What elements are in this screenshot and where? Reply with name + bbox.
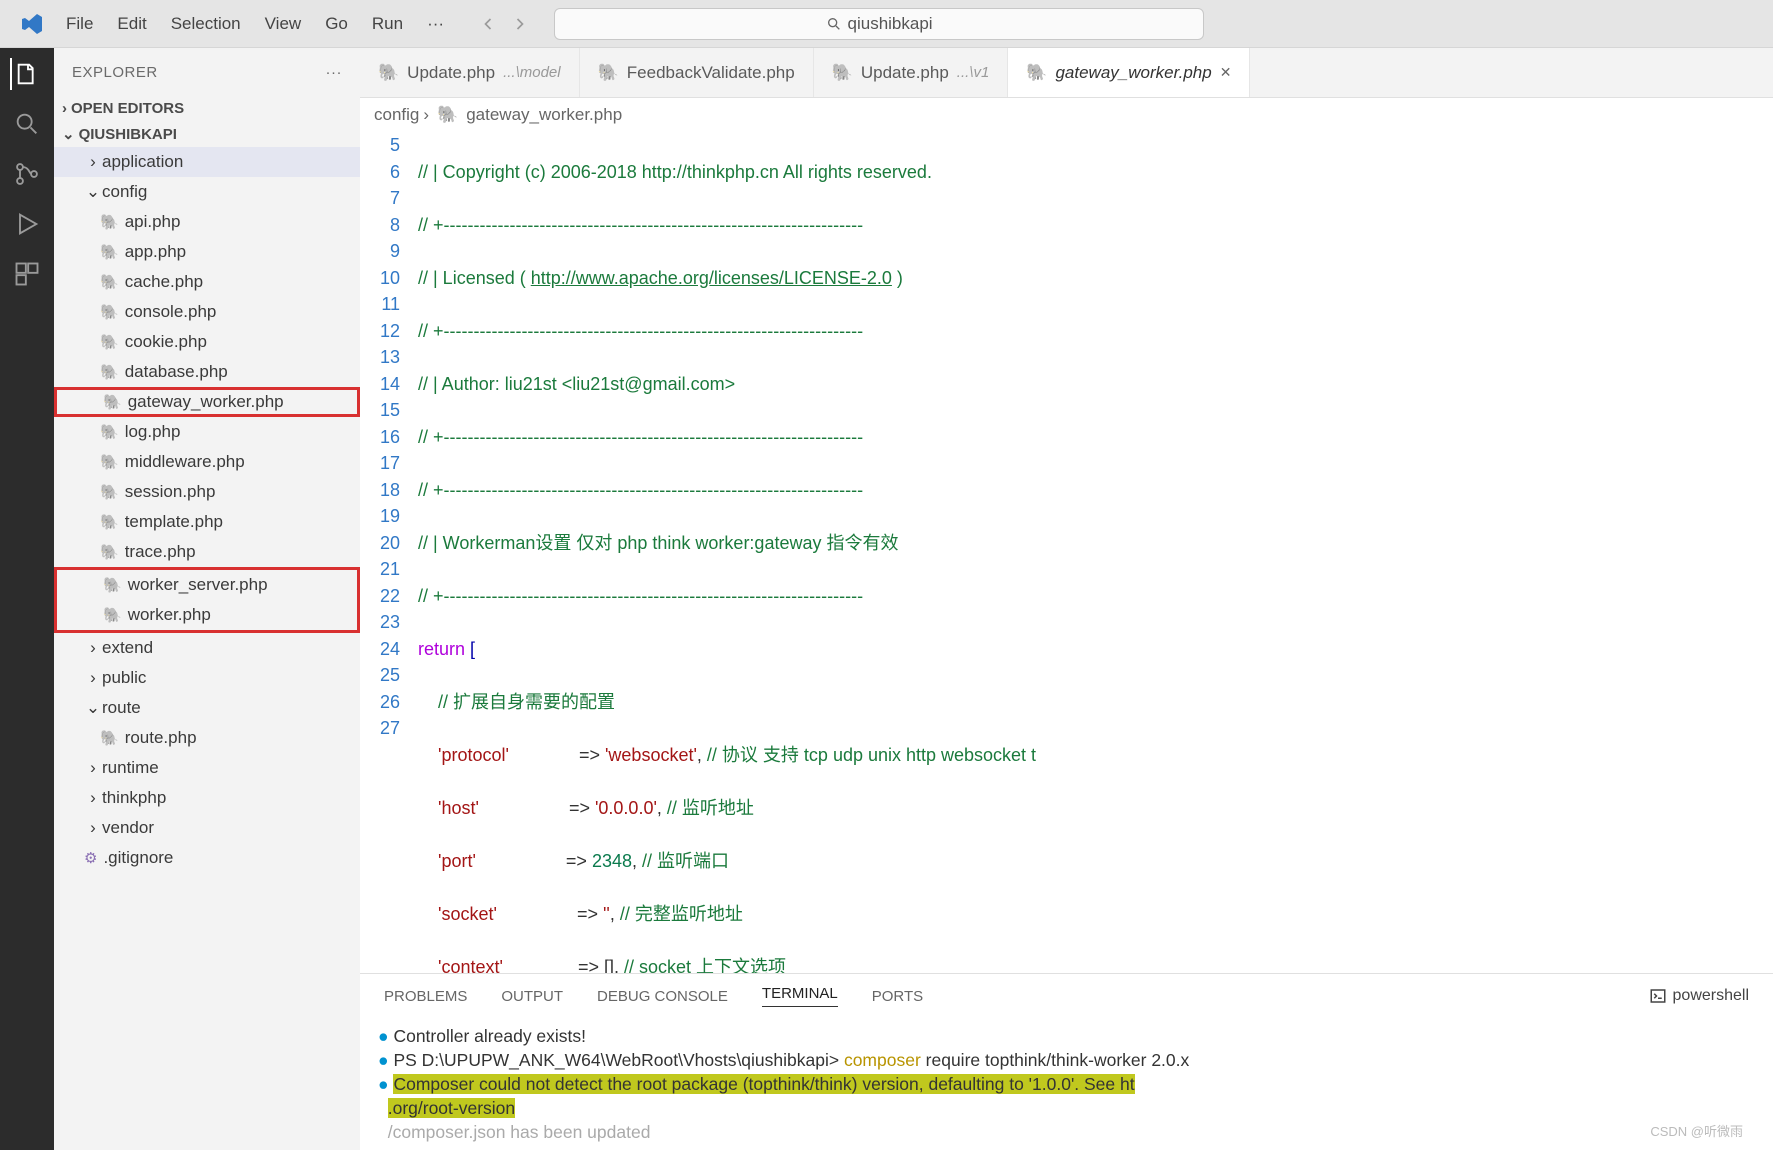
- menu-file[interactable]: File: [56, 10, 103, 38]
- menu-go[interactable]: Go: [315, 10, 358, 38]
- code-body[interactable]: // | Copyright (c) 2006-2018 http://thin…: [418, 132, 1773, 973]
- chevron-down-icon: ⌄: [62, 125, 75, 143]
- folder-extend[interactable]: ›extend: [54, 633, 360, 663]
- file-app[interactable]: 🐘app.php: [54, 237, 360, 267]
- command-center[interactable]: qiushibkapi: [554, 8, 1204, 40]
- file-worker-server[interactable]: 🐘worker_server.php: [57, 570, 357, 600]
- line-numbers: 56789 1011121314 1516171819 2021222324 2…: [360, 132, 418, 973]
- file-console[interactable]: 🐘console.php: [54, 297, 360, 327]
- file-gateway-worker[interactable]: 🐘gateway_worker.php: [54, 387, 360, 417]
- file-session[interactable]: 🐘session.php: [54, 477, 360, 507]
- search-icon: [826, 16, 842, 32]
- panel-output[interactable]: OUTPUT: [501, 988, 563, 1005]
- terminal-output[interactable]: ● Controller already exists! ● PS D:\UPU…: [360, 1018, 1773, 1150]
- tab-update-v1[interactable]: 🐘Update.php...\v1: [814, 48, 1009, 97]
- open-editors-section[interactable]: › OPEN EDITORS: [54, 96, 360, 121]
- file-cookie[interactable]: 🐘cookie.php: [54, 327, 360, 357]
- sidebar-header: EXPLORER ···: [54, 48, 360, 96]
- project-section[interactable]: ⌄ QIUSHIBKAPI: [54, 121, 360, 147]
- nav-arrows: [478, 14, 530, 34]
- code-editor[interactable]: 56789 1011121314 1516171819 2021222324 2…: [360, 132, 1773, 973]
- activity-bar: [0, 48, 54, 1150]
- panel-debug[interactable]: DEBUG CONSOLE: [597, 988, 728, 1005]
- sidebar-more-icon[interactable]: ···: [326, 64, 343, 81]
- activity-debug[interactable]: [11, 208, 43, 240]
- terminal-icon: [1649, 987, 1667, 1005]
- menu-run[interactable]: Run: [362, 10, 413, 38]
- menu-more[interactable]: ···: [417, 10, 454, 38]
- breadcrumb-config[interactable]: config: [374, 105, 419, 125]
- menu-edit[interactable]: Edit: [107, 10, 156, 38]
- folder-public[interactable]: ›public: [54, 663, 360, 693]
- chevron-right-icon: ›: [62, 100, 67, 117]
- title-bar: File Edit Selection View Go Run ··· qius…: [0, 0, 1773, 48]
- folder-vendor[interactable]: ›vendor: [54, 813, 360, 843]
- activity-search[interactable]: [11, 108, 43, 140]
- nav-back-icon[interactable]: [478, 14, 498, 34]
- file-database[interactable]: 🐘database.php: [54, 357, 360, 387]
- editor-tabs: 🐘Update.php...\model 🐘FeedbackValidate.p…: [360, 48, 1773, 98]
- editor-area: 🐘Update.php...\model 🐘FeedbackValidate.p…: [360, 48, 1773, 1150]
- menu-bar: File Edit Selection View Go Run ···: [56, 10, 454, 38]
- search-text: qiushibkapi: [848, 14, 933, 34]
- file-worker[interactable]: 🐘worker.php: [57, 600, 357, 630]
- panel-terminal[interactable]: TERMINAL: [762, 985, 838, 1007]
- folder-thinkphp[interactable]: ›thinkphp: [54, 783, 360, 813]
- sidebar-title: EXPLORER: [72, 64, 158, 81]
- activity-scm[interactable]: [11, 158, 43, 190]
- file-trace[interactable]: 🐘trace.php: [54, 537, 360, 567]
- activity-extensions[interactable]: [11, 258, 43, 290]
- breadcrumb[interactable]: config › 🐘gateway_worker.php: [360, 98, 1773, 132]
- menu-selection[interactable]: Selection: [161, 10, 251, 38]
- tab-update-model[interactable]: 🐘Update.php...\model: [360, 48, 580, 97]
- file-gitignore[interactable]: ⚙.gitignore: [54, 843, 360, 873]
- activity-explorer[interactable]: [10, 58, 42, 90]
- folder-route[interactable]: ⌄route: [54, 693, 360, 723]
- file-middleware[interactable]: 🐘middleware.php: [54, 447, 360, 477]
- panel-problems[interactable]: PROBLEMS: [384, 988, 467, 1005]
- panel-tabs: PROBLEMS OUTPUT DEBUG CONSOLE TERMINAL P…: [360, 974, 1773, 1018]
- close-icon[interactable]: ✕: [1220, 64, 1232, 81]
- breadcrumb-file[interactable]: gateway_worker.php: [466, 105, 622, 125]
- file-cache[interactable]: 🐘cache.php: [54, 267, 360, 297]
- tab-feedbackvalidate[interactable]: 🐘FeedbackValidate.php: [580, 48, 814, 97]
- file-template[interactable]: 🐘template.php: [54, 507, 360, 537]
- file-api[interactable]: 🐘api.php: [54, 207, 360, 237]
- open-editors-label: OPEN EDITORS: [71, 100, 184, 117]
- nav-forward-icon[interactable]: [510, 14, 530, 34]
- folder-runtime[interactable]: ›runtime: [54, 753, 360, 783]
- file-log[interactable]: 🐘log.php: [54, 417, 360, 447]
- panel-ports[interactable]: PORTS: [872, 988, 923, 1005]
- bottom-panel: PROBLEMS OUTPUT DEBUG CONSOLE TERMINAL P…: [360, 973, 1773, 1150]
- tab-gateway-worker[interactable]: 🐘gateway_worker.php✕: [1008, 48, 1250, 97]
- folder-config[interactable]: ⌄config: [54, 177, 360, 207]
- vscode-icon: [20, 12, 44, 36]
- file-route[interactable]: 🐘route.php: [54, 723, 360, 753]
- file-tree: ›application ⌄config 🐘api.php 🐘app.php 🐘…: [54, 147, 360, 1150]
- menu-view[interactable]: View: [255, 10, 312, 38]
- terminal-shell[interactable]: powershell: [1649, 987, 1749, 1005]
- project-label: QIUSHIBKAPI: [79, 126, 177, 143]
- folder-application[interactable]: ›application: [54, 147, 360, 177]
- watermark: CSDN @听微雨: [1650, 1121, 1743, 1140]
- sidebar: EXPLORER ··· › OPEN EDITORS ⌄ QIUSHIBKAP…: [54, 48, 360, 1150]
